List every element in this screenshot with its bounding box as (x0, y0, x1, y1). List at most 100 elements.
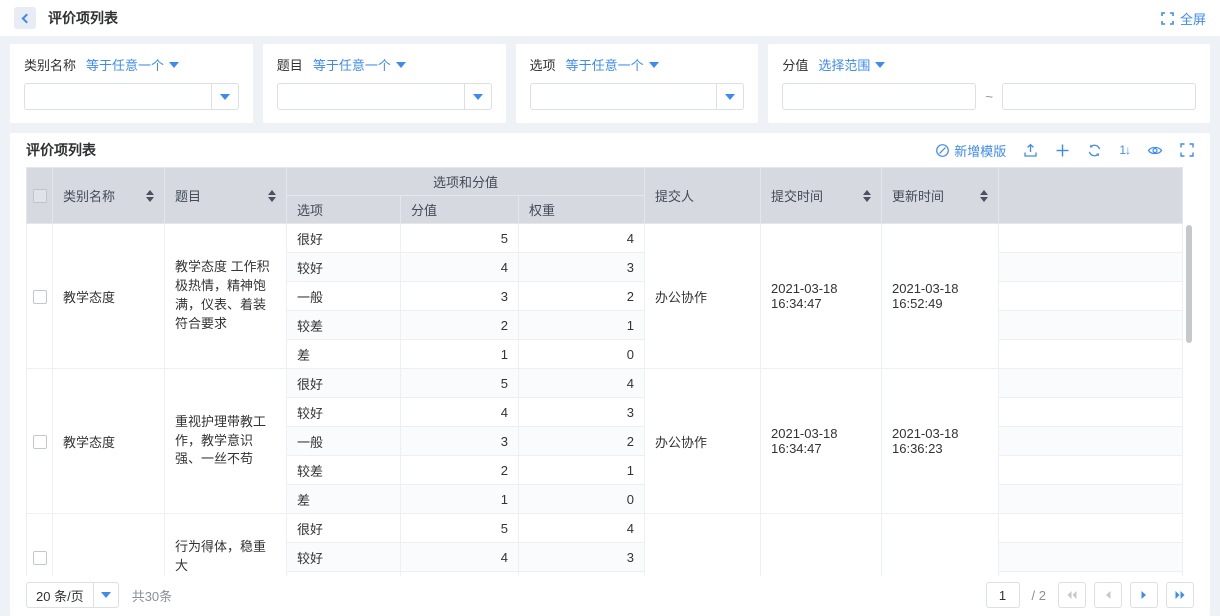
empty-cell (999, 543, 1183, 572)
category-select[interactable] (24, 83, 239, 110)
row-checkbox[interactable] (33, 435, 47, 449)
category-cell: 教学态度 (53, 369, 165, 514)
empty-cell (999, 572, 1183, 577)
filter-label: 类别名称 (24, 55, 76, 74)
sort-icon[interactable] (268, 190, 276, 202)
caret-down-icon (169, 62, 179, 68)
pager: / 2 (986, 582, 1194, 608)
template-icon (935, 143, 950, 158)
submit-time-cell: 2021-03-18 16:34:47 (761, 369, 882, 514)
column-header-submit-time[interactable]: 提交时间 (761, 168, 882, 224)
plus-icon[interactable] (1055, 143, 1070, 158)
score-cell: 1 (401, 485, 519, 514)
filter-operator-label: 等于任意一个 (313, 55, 391, 74)
back-button[interactable] (14, 7, 36, 29)
caret-down-icon (725, 94, 735, 100)
data-table: 类别名称 题目 选项和分值 提交人 提交时间 更新时间 (26, 167, 1194, 576)
select-all-checkbox[interactable] (33, 189, 47, 203)
filter-bar: 类别名称 等于任意一个 题目 等于任意一个 选项 等于任意 (10, 44, 1210, 123)
vertical-scrollbar[interactable] (1186, 225, 1192, 343)
weight-cell: 3 (519, 398, 645, 427)
table-fullscreen-icon[interactable] (1180, 143, 1194, 157)
page-fullscreen-button[interactable]: 全屏 (1161, 9, 1206, 28)
select-value (25, 84, 211, 109)
refresh-icon[interactable] (1087, 143, 1102, 158)
weight-cell: 0 (519, 485, 645, 514)
page-size-value: 20 条/页 (27, 583, 93, 607)
score-min-input[interactable] (782, 83, 976, 110)
select-all-cell (27, 168, 53, 224)
submitter-cell: 办公协作 (645, 369, 761, 514)
page-size-select[interactable]: 20 条/页 (26, 582, 119, 608)
filter-operator-label: 等于任意一个 (566, 55, 644, 74)
score-max-input[interactable] (1002, 83, 1196, 110)
add-template-button[interactable]: 新增模版 (935, 141, 1006, 160)
sort-icon[interactable] (863, 190, 871, 202)
column-label: 更新时间 (892, 186, 944, 205)
first-page-button[interactable] (1058, 582, 1086, 608)
prev-page-button[interactable] (1094, 582, 1122, 608)
caret-down-icon (101, 592, 111, 598)
select-dropdown-button[interactable] (464, 84, 491, 109)
select-dropdown-button[interactable] (93, 583, 118, 607)
weight-cell: 3 (519, 543, 645, 572)
table-toolbar: 新增模版 1↓ (935, 141, 1194, 160)
row-checkbox[interactable] (33, 290, 47, 304)
caret-down-icon (220, 94, 230, 100)
empty-cell (999, 398, 1183, 427)
sort-order-icon[interactable]: 1↓ (1119, 143, 1130, 157)
export-icon[interactable] (1023, 143, 1038, 158)
next-page-button[interactable] (1130, 582, 1158, 608)
score-cell: 5 (401, 369, 519, 398)
column-header-category[interactable]: 类别名称 (53, 168, 165, 224)
weight-cell: 1 (519, 456, 645, 485)
option-cell: 较好 (287, 398, 401, 427)
empty-cell (999, 282, 1183, 311)
empty-cell (999, 514, 1183, 543)
option-cell: 很好 (287, 369, 401, 398)
filter-label: 分值 (782, 55, 808, 74)
weight-cell: 4 (519, 224, 645, 253)
weight-cell: 2 (519, 282, 645, 311)
sort-icon[interactable] (146, 190, 154, 202)
option-cell: 较好 (287, 253, 401, 282)
row-checkbox[interactable] (33, 551, 47, 565)
column-header-score: 分值 (401, 196, 519, 224)
option-cell (287, 572, 401, 577)
empty-cell (999, 485, 1183, 514)
update-time-cell: 2021-03-18 16:36:23 (882, 369, 999, 514)
column-header-options-group: 选项和分值 (287, 168, 645, 196)
select-dropdown-button[interactable] (211, 84, 238, 109)
empty-cell (999, 253, 1183, 282)
eye-icon[interactable] (1147, 143, 1163, 158)
table-title: 评价项列表 (26, 140, 96, 160)
topbar: 评价项列表 全屏 (0, 0, 1220, 36)
evaluation-table: 类别名称 题目 选项和分值 提交人 提交时间 更新时间 (26, 167, 1183, 576)
sort-icon[interactable] (980, 190, 988, 202)
last-page-button[interactable] (1166, 582, 1194, 608)
table-card-header: 评价项列表 新增模版 (26, 135, 1194, 165)
question-select[interactable] (277, 83, 492, 110)
filter-operator-dropdown[interactable]: 等于任意一个 (566, 55, 659, 74)
update-time-cell (882, 514, 999, 577)
filter-operator-dropdown[interactable]: 等于任意一个 (86, 55, 179, 74)
filter-operator-dropdown[interactable]: 等于任意一个 (313, 55, 406, 74)
table-card: 评价项列表 新增模版 (10, 133, 1210, 616)
range-separator: ~ (985, 89, 993, 104)
column-header-option: 选项 (287, 196, 401, 224)
column-header-question[interactable]: 题目 (165, 168, 287, 224)
select-dropdown-button[interactable] (716, 84, 743, 109)
filter-label: 题目 (277, 55, 303, 74)
caret-down-icon (649, 62, 659, 68)
chevron-left-icon (22, 13, 32, 23)
current-page-input[interactable] (986, 582, 1020, 608)
column-header-submitter: 提交人 (645, 168, 761, 224)
column-header-update-time[interactable]: 更新时间 (882, 168, 999, 224)
option-select[interactable] (530, 83, 745, 110)
filter-operator-dropdown[interactable]: 选择范围 (818, 55, 885, 74)
option-cell: 一般 (287, 282, 401, 311)
weight-cell: 2 (519, 427, 645, 456)
filter-operator-label: 等于任意一个 (86, 55, 164, 74)
empty-cell (999, 311, 1183, 340)
option-cell: 差 (287, 340, 401, 369)
